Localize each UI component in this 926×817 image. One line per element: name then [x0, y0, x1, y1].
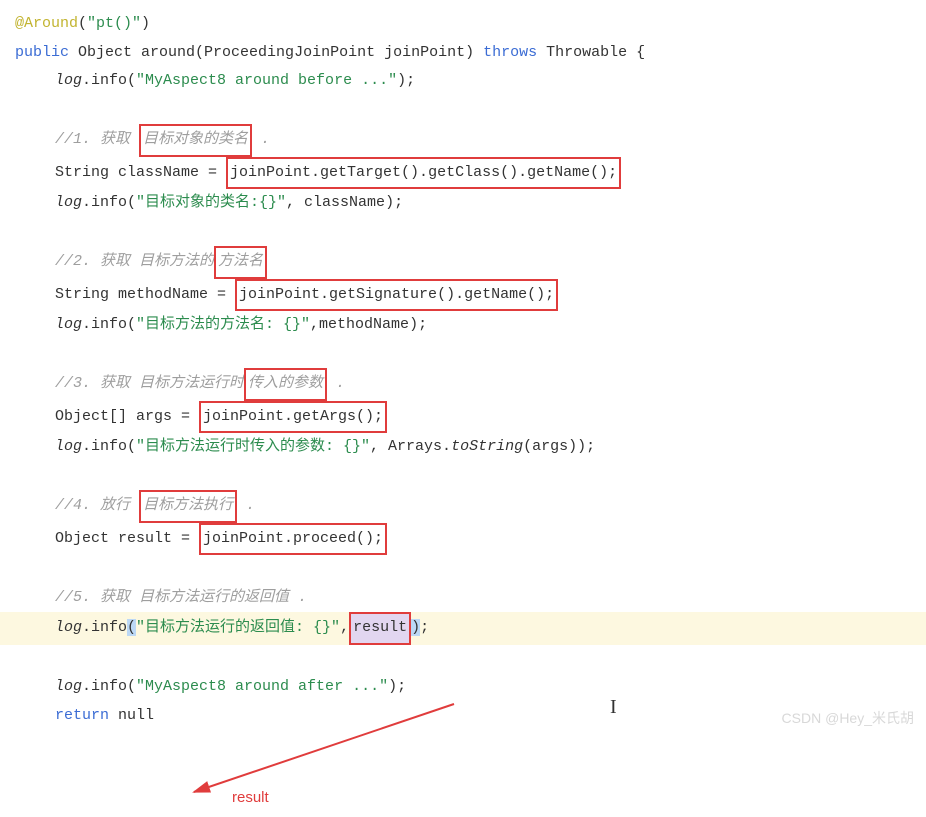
comment-2: //2. 获取 目标方法的方法名	[15, 246, 911, 279]
box-proceed-comment: 目标方法执行	[139, 490, 237, 523]
comment-1: //1. 获取 目标对象的类名 .	[15, 124, 911, 157]
text-cursor-icon: I	[610, 688, 617, 726]
code-line-14: Object result = joinPoint.proceed();	[15, 523, 911, 556]
code-line-1: @Around("pt()")	[15, 10, 911, 39]
box-args: 传入的参数	[244, 368, 327, 401]
code-line-11: Object[] args = joinPoint.getArgs();	[15, 401, 911, 434]
highlighted-line: log.info("目标方法运行的返回值: {}",result);	[0, 612, 926, 645]
code-line-12: log.info("目标方法运行时传入的参数: {}", Arrays.toSt…	[15, 433, 911, 462]
code-line-17: log.info("MyAspect8 around after ...");	[15, 673, 911, 702]
code-line-5: String className = joinPoint.getTarget()…	[15, 157, 911, 190]
box-result: result	[349, 612, 411, 645]
comment-3: //3. 获取 目标方法运行时传入的参数 .	[15, 368, 911, 401]
code-line-8: String methodName = joinPoint.getSignatu…	[15, 279, 911, 312]
box-proceed: joinPoint.proceed();	[199, 523, 387, 556]
box-getTarget: joinPoint.getTarget().getClass().getName…	[226, 157, 621, 190]
box-getSignature: joinPoint.getSignature().getName();	[235, 279, 558, 312]
watermark: CSDN @Hey_米氏胡	[782, 705, 914, 732]
code-line-9: log.info("目标方法的方法名: {}",methodName);	[15, 311, 911, 340]
annotation-result-label: result	[232, 784, 269, 813]
comment-4: //4. 放行 目标方法执行 .	[15, 490, 911, 523]
code-line-2: public Object around(ProceedingJoinPoint…	[15, 39, 911, 68]
comment-5: //5. 获取 目标方法运行的返回值 .	[15, 584, 911, 613]
code-line-16: log.info("目标方法运行的返回值: {}",result);	[15, 612, 911, 645]
box-methodName: 方法名	[214, 246, 267, 279]
code-line-3: log.info("MyAspect8 around before ...");	[15, 67, 911, 96]
box-className: 目标对象的类名	[139, 124, 252, 157]
code-line-6: log.info("目标对象的类名:{}", className);	[15, 189, 911, 218]
code-line-18: return null	[15, 702, 911, 731]
box-getArgs: joinPoint.getArgs();	[199, 401, 387, 434]
